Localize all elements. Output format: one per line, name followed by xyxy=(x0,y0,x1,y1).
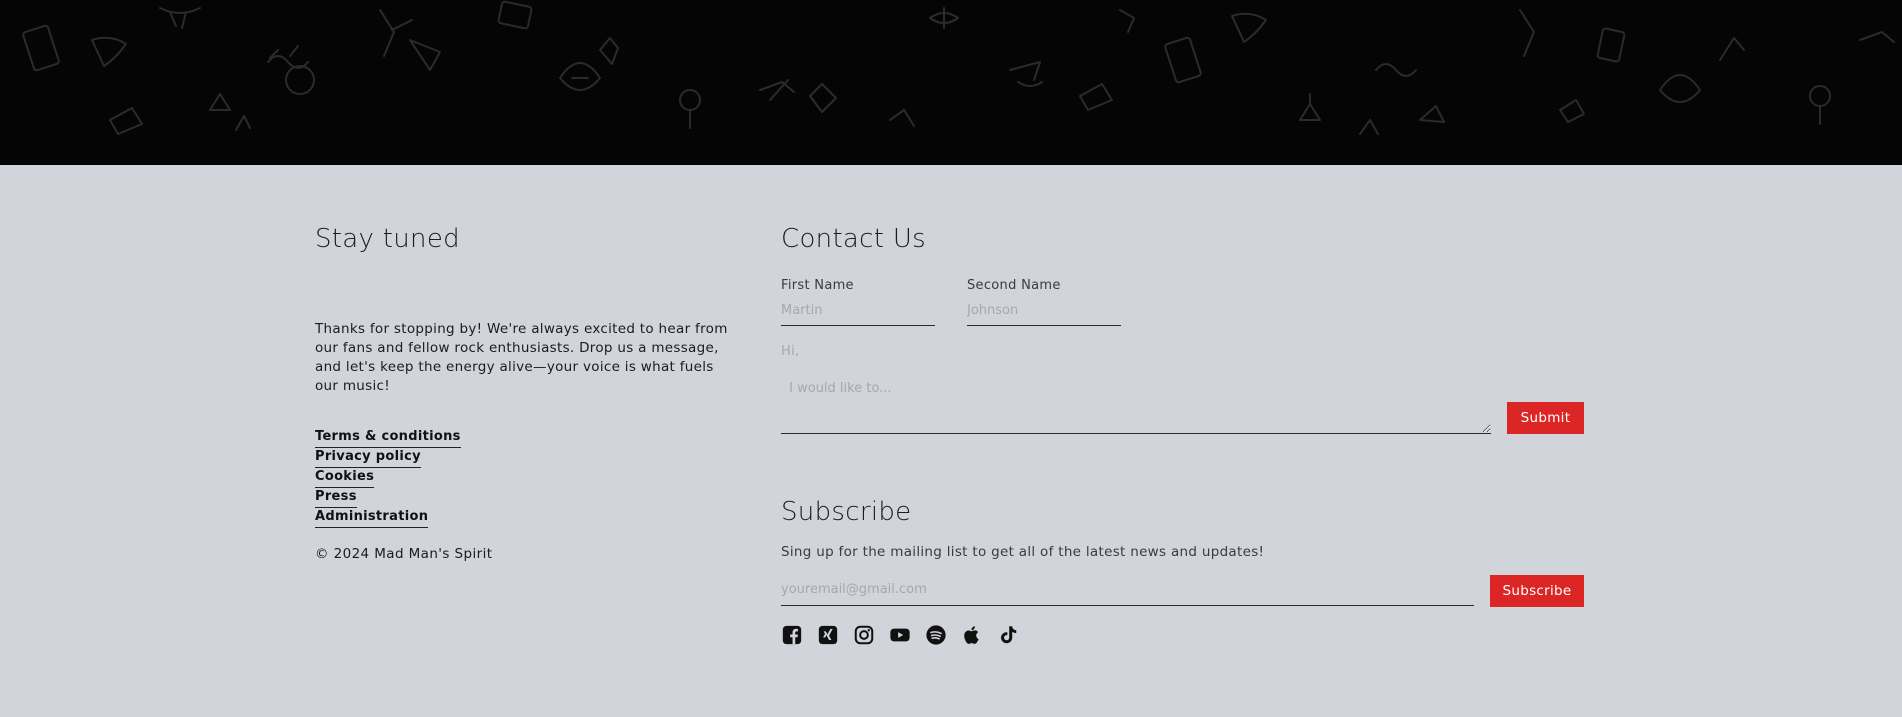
copyright-text: © 2024 Mad Man's Spirit xyxy=(315,545,493,562)
contact-title: Contact Us xyxy=(781,224,926,254)
submit-button[interactable]: Submit xyxy=(1507,401,1584,434)
stay-tuned-title: Stay tuned xyxy=(315,224,460,254)
youtube-icon[interactable] xyxy=(889,624,911,646)
social-links xyxy=(781,624,1585,646)
stay-tuned-intro: Thanks for stopping by! We're always exc… xyxy=(315,320,728,394)
contact-subscribe-section: Contact Us First Name Second Name Hi, Su… xyxy=(781,225,1585,646)
xing-icon[interactable] xyxy=(817,624,839,646)
subscribe-description: Sing up for the mailing list to get all … xyxy=(781,544,1265,561)
message-textarea[interactable] xyxy=(781,377,1491,434)
subscribe-block: Subscribe Sing up for the mailing list t… xyxy=(781,496,1585,609)
doodle-pattern xyxy=(22,0,1895,135)
instagram-icon[interactable] xyxy=(853,624,875,646)
hero-doodle-banner xyxy=(0,0,1902,165)
administration-link[interactable]: Administration xyxy=(315,508,429,528)
first-name-input[interactable] xyxy=(781,299,935,326)
legal-links: Terms & conditions Privacy policy Cookie… xyxy=(315,428,735,528)
first-name-group: First Name xyxy=(781,274,935,326)
message-area: Hi, Submit xyxy=(781,344,1585,442)
name-fields: First Name Second Name xyxy=(781,274,1585,326)
second-name-group: Second Name xyxy=(967,274,1121,326)
apple-icon[interactable] xyxy=(961,624,983,646)
facebook-icon[interactable] xyxy=(781,624,803,646)
tiktok-icon[interactable] xyxy=(997,624,1019,646)
cookies-link[interactable]: Cookies xyxy=(315,468,375,488)
subscribe-button[interactable]: Subscribe xyxy=(1490,575,1584,608)
second-name-label: Second Name xyxy=(967,277,1061,293)
press-link[interactable]: Press xyxy=(315,488,357,508)
second-name-input[interactable] xyxy=(967,299,1121,326)
email-row: Subscribe xyxy=(781,574,1585,608)
stay-tuned-section: Stay tuned Thanks for stopping by! We're… xyxy=(315,225,735,562)
terms-link[interactable]: Terms & conditions xyxy=(315,428,461,448)
email-input[interactable] xyxy=(781,574,1474,607)
subscribe-title: Subscribe xyxy=(781,496,912,527)
first-name-label: First Name xyxy=(781,277,854,293)
site-footer: Stay tuned Thanks for stopping by! We're… xyxy=(0,165,1902,717)
privacy-link[interactable]: Privacy policy xyxy=(315,448,421,468)
spotify-icon[interactable] xyxy=(925,624,947,646)
message-greeting: Hi, xyxy=(781,343,800,359)
